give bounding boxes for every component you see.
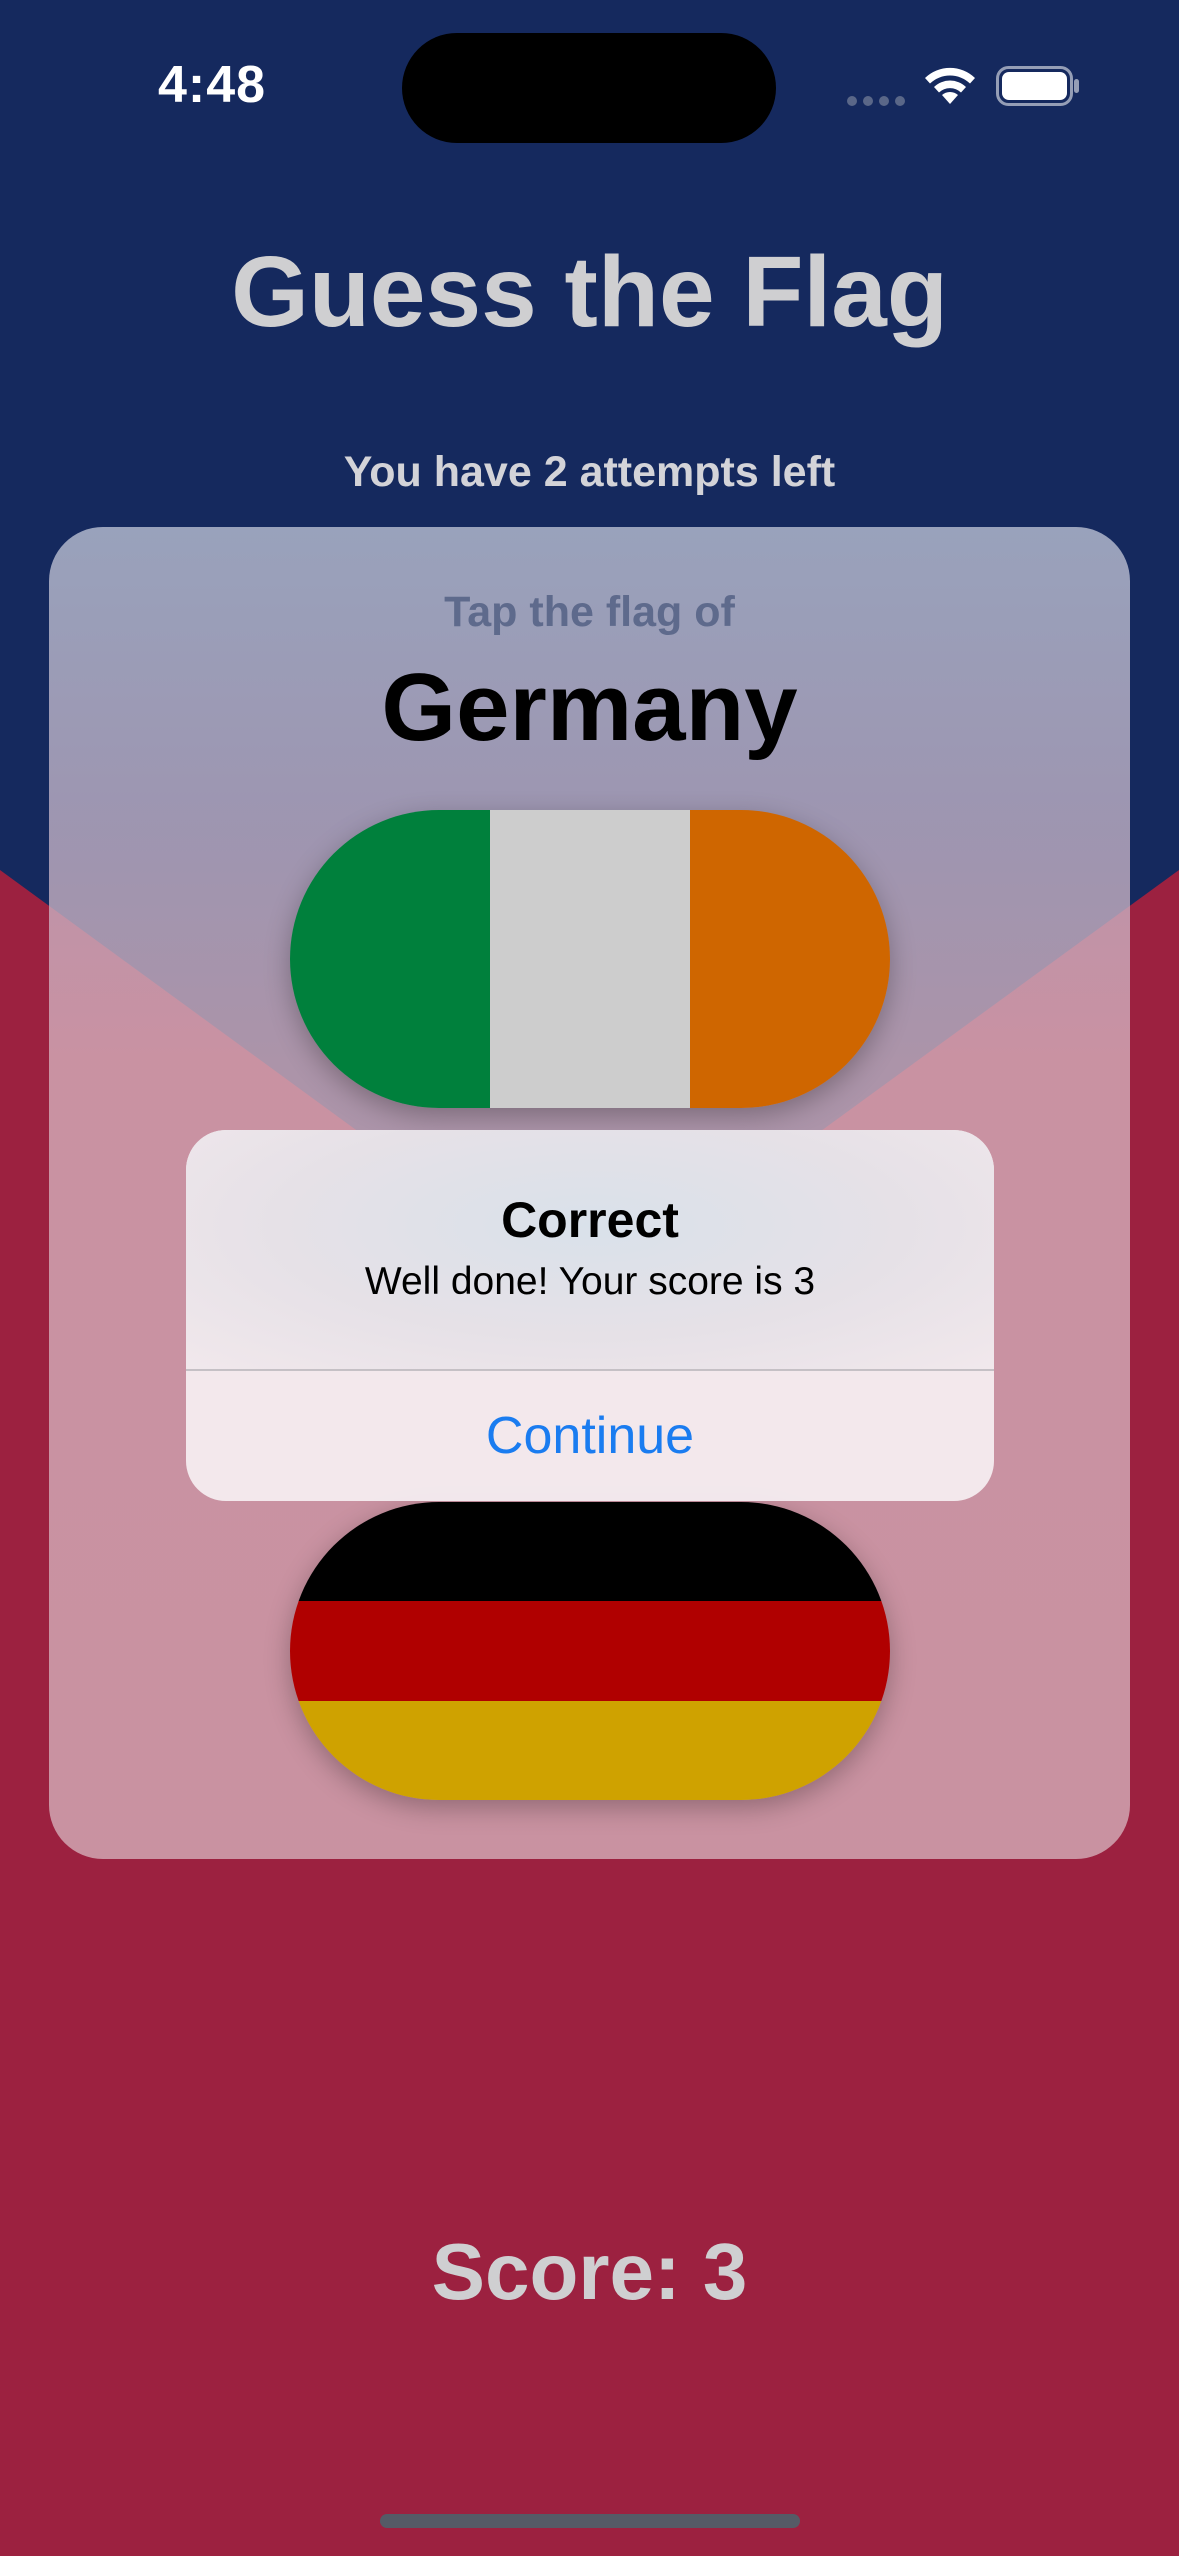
flag-stripe (490, 810, 690, 1108)
score-label: Score: 3 (431, 2227, 748, 2316)
wifi-icon (925, 67, 975, 104)
flag-button-germany[interactable] (290, 1502, 890, 1800)
battery-icon (996, 66, 1079, 106)
app-screen: 4:48 Guess the Flag You have 2 attempts … (0, 0, 1179, 2556)
flag-stripe (290, 1700, 890, 1800)
flag-stripe (290, 1502, 890, 1602)
alert-message: Well done! Your score is 3 (364, 1260, 816, 1303)
target-country: Germany (381, 654, 798, 761)
flag-stripe (290, 1601, 890, 1701)
attempts-label: You have 2 attempts left (343, 448, 836, 496)
result-alert: Correct Well done! Your score is 3 Conti… (186, 1130, 994, 1501)
status-time: 4:48 (158, 56, 267, 114)
app-title: Guess the Flag (231, 236, 948, 348)
prompt-label: Tap the flag of (444, 588, 735, 636)
dynamic-island (402, 33, 776, 143)
alert-title: Correct (501, 1192, 679, 1248)
home-indicator[interactable] (380, 2514, 800, 2528)
flag-button-ireland[interactable] (290, 810, 890, 1108)
continue-button[interactable]: Continue (186, 1371, 994, 1501)
cellular-signal-icon (847, 96, 905, 106)
